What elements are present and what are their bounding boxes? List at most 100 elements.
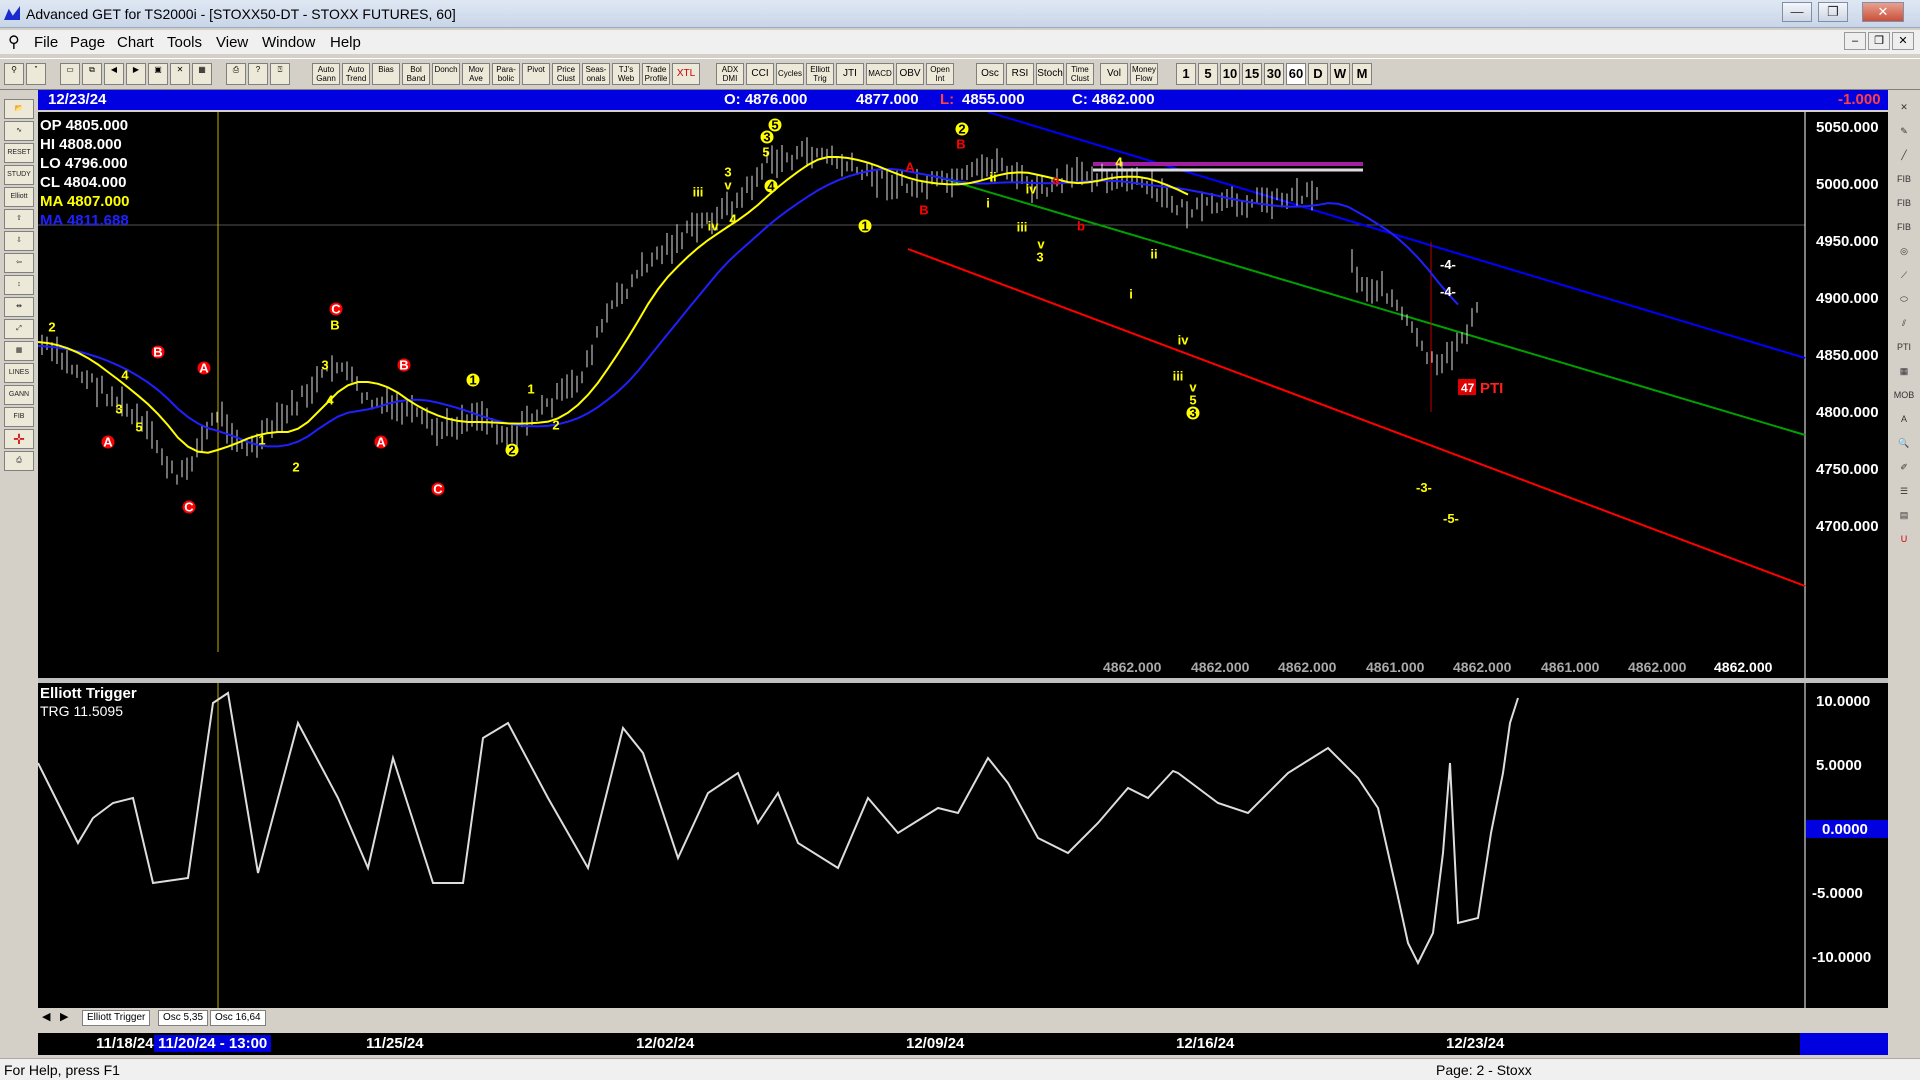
study-money-flow[interactable]: Money Flow [1130,63,1158,85]
study-bias[interactable]: Bias [372,63,400,85]
tab-osc-16-64[interactable]: Osc 16,64 [210,1010,266,1026]
period-monthly[interactable]: M [1352,63,1372,85]
mdi-restore-button[interactable]: ❐ [1868,32,1890,50]
fib-extension-icon[interactable]: FIB [1892,194,1916,214]
properties-icon[interactable]: ☰ [1892,482,1916,502]
fib-tool-icon[interactable]: FIB [4,407,34,427]
study-tool-icon[interactable]: STUDY [4,165,34,185]
menu-help[interactable]: Help [330,34,361,51]
period-daily[interactable]: D [1308,63,1328,85]
tab-osc-5-35[interactable]: Osc 5,35 [158,1010,209,1026]
mob-icon[interactable]: MOB [1892,386,1916,406]
study-seasonals[interactable]: Seas-onals [582,63,610,85]
menu-view[interactable]: View [216,34,248,51]
study-jti[interactable]: JTI [836,63,864,85]
tab-scroll-right-icon[interactable]: ▶ [60,1010,68,1023]
study-price-clust[interactable]: Price Clust [552,63,580,85]
arrow-up-icon[interactable]: ⇧ [4,209,34,229]
forward-icon[interactable]: ▶ [126,63,146,85]
print-icon[interactable]: ⎙ [226,63,246,85]
study-open-int[interactable]: Open Int [926,63,954,85]
zoom-tool-icon[interactable]: ⇹ [4,297,34,317]
text-tool-icon[interactable]: A [1892,410,1916,430]
channel-icon[interactable]: ⫽ [1892,314,1916,334]
period-15[interactable]: 15 [1242,63,1262,85]
new-page-icon[interactable]: ▭ [60,63,80,85]
fib-circle-icon[interactable]: ◎ [1892,242,1916,262]
period-5[interactable]: 5 [1198,63,1218,85]
arrow-down-icon[interactable]: ⇩ [4,231,34,251]
lines-tool-icon[interactable]: LINES [4,363,34,383]
study-elliott-trig[interactable]: Elliott Trig [806,63,834,85]
period-1[interactable]: 1 [1176,63,1196,85]
study-auto-gann[interactable]: Auto Gann [312,63,340,85]
fan-icon[interactable]: ⟋ [1892,266,1916,286]
study-cycles[interactable]: Cycles [776,63,804,85]
study-pivot[interactable]: Pivot [522,63,550,85]
study-mov-ave[interactable]: Mov Ave [462,63,490,85]
menu-page[interactable]: Page [70,34,105,51]
open-icon[interactable]: ⚲ [4,63,24,85]
price-chart[interactable]: 2 A B C A C B B A C 2 1 3 5 4 1 2 B A B 3 a b 4 ii iv iii v 5 3 5 3 4 1 2 3… [38,112,1888,678]
period-60[interactable]: 60 [1286,63,1306,85]
elliott-tool-icon[interactable]: Elliott [4,187,34,207]
menu-window[interactable]: Window [262,34,315,51]
list-icon[interactable]: ▤ [1892,506,1916,526]
delete-icon[interactable]: ✕ [170,63,190,85]
fib-retracement-icon[interactable]: FIB [1892,170,1916,190]
help-pointer-icon[interactable]: ⍰ [270,63,290,85]
study-vol[interactable]: Vol [1100,63,1128,85]
back-icon[interactable]: ◀ [104,63,124,85]
cursor-tool-icon[interactable]: ↕ [4,275,34,295]
study-cci[interactable]: CCI [746,63,774,85]
page-icon[interactable]: ▣ [148,63,168,85]
study-tj-web[interactable]: TJ's Web [612,63,640,85]
menu-chart[interactable]: Chart [117,34,154,51]
study-obv[interactable]: OBV [896,63,924,85]
hint-icon[interactable]: ? [248,63,268,85]
study-parabolic[interactable]: Para-bolic [492,63,520,85]
magnet-icon[interactable]: U [1892,530,1916,550]
period-30[interactable]: 30 [1264,63,1284,85]
study-auto-trend[interactable]: Auto Trend [342,63,370,85]
mdi-minimize-button[interactable]: – [1844,32,1866,50]
draw-line-icon[interactable]: ╱ [1892,146,1916,166]
wave-tool-icon[interactable]: ∿ [4,121,34,141]
fib-time-icon[interactable]: FIB [1892,218,1916,238]
tab-scroll-left-icon[interactable]: ◀ [42,1010,50,1023]
period-weekly[interactable]: W [1330,63,1350,85]
expand-tool-icon[interactable]: ⤢ [4,319,34,339]
crosshair-icon[interactable]: ✛ [4,429,34,449]
tab-elliott-trigger[interactable]: Elliott Trigger [82,1010,151,1026]
grid-icon[interactable]: ▦ [1892,362,1916,382]
pti-icon[interactable]: PTI [1892,338,1916,358]
magnifier-icon[interactable]: 🔍 [1892,434,1916,454]
copy-icon[interactable]: ⧉ [82,63,102,85]
study-donch[interactable]: Donch [432,63,460,85]
paint-icon[interactable]: ✐ [1892,458,1916,478]
study-bol-band[interactable]: Bol Band [402,63,430,85]
print-tool-icon[interactable]: ⎙ [4,451,34,471]
doc-icon[interactable]: ⚲ [8,32,20,52]
close-chart-icon[interactable]: ✕ [1892,98,1916,118]
minimize-button[interactable]: — [1782,2,1812,22]
grid-tool-icon[interactable]: ▦ [4,341,34,361]
study-trade-profile[interactable]: Trade Profile [642,63,670,85]
close-button[interactable]: ✕ [1862,2,1904,22]
study-xtl[interactable]: XTL [672,63,700,85]
period-10[interactable]: 10 [1220,63,1240,85]
study-adx-dmi[interactable]: ADX DMI [716,63,744,85]
study-macd[interactable]: MACD [866,63,894,85]
study-stoch[interactable]: Stoch [1036,63,1064,85]
reset-tool-icon[interactable]: RESET [4,143,34,163]
arrow-left-icon[interactable]: ⇦ [4,253,34,273]
study-osc[interactable]: Osc [976,63,1004,85]
maximize-button[interactable]: ❐ [1818,2,1848,22]
quote-icon[interactable]: ” [26,63,46,85]
pencil-icon[interactable]: ✎ [1892,122,1916,142]
oscillator-pane[interactable]: 10.0000 5.0000 0.0000 -5.0000 -10.0000 [38,683,1888,1008]
ellipse-icon[interactable]: ⬭ [1892,290,1916,310]
mdi-close-button[interactable]: ✕ [1892,32,1914,50]
grid-icon[interactable]: ▦ [192,63,212,85]
study-time-clust[interactable]: Time Clust [1066,63,1094,85]
